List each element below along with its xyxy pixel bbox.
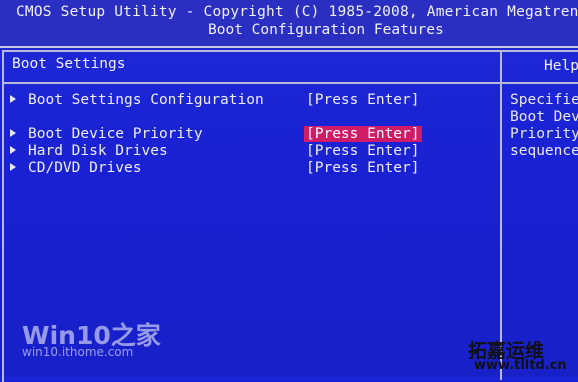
help-text-line: Specifie [510, 92, 578, 108]
menu-item-value: [Press Enter] [306, 92, 420, 108]
triangle-right-icon [10, 163, 16, 171]
page-title: Boot Configuration Features [208, 22, 444, 38]
help-text-line: sequence [510, 143, 578, 159]
menu-item-hard-disk-drives[interactable]: Hard Disk Drives [Press Enter] [10, 143, 490, 160]
menu-item-label: Boot Device Priority [28, 126, 203, 142]
menu-item-boot-device-priority[interactable]: Boot Device Priority [Press Enter] [10, 126, 490, 143]
help-text-line: Priority [510, 126, 578, 142]
menu-item-cd-dvd-drives[interactable]: CD/DVD Drives [Press Enter] [10, 160, 490, 177]
triangle-right-icon [10, 146, 16, 154]
bios-screen: CMOS Setup Utility - Copyright (C) 1985-… [0, 0, 578, 382]
menu-item-label: CD/DVD Drives [28, 160, 142, 176]
help-divider [502, 82, 578, 84]
help-text-line: Boot Dev [510, 109, 578, 125]
menu-item-label: Boot Settings Configuration [28, 92, 264, 108]
app-title: CMOS Setup Utility - Copyright (C) 1985-… [16, 4, 578, 20]
menu-item-value: [Press Enter] [306, 143, 420, 159]
help-title: Help [544, 58, 578, 74]
panel-divider [500, 50, 502, 380]
menu-item-label: Hard Disk Drives [28, 143, 168, 159]
triangle-right-icon [10, 129, 16, 137]
header-bar: CMOS Setup Utility - Copyright (C) 1985-… [0, 0, 578, 48]
watermark-url-left: win10.ithome.com [22, 345, 134, 359]
triangle-right-icon [10, 95, 16, 103]
menu-item-value-selected: [Press Enter] [304, 126, 422, 142]
menu-item-value: [Press Enter] [306, 160, 420, 176]
watermark-url-right: www.tlltd.cn [474, 358, 567, 373]
section-title: Boot Settings [12, 56, 126, 72]
menu-item-boot-settings-configuration[interactable]: Boot Settings Configuration [Press Enter… [10, 92, 490, 109]
section-divider [2, 82, 502, 84]
